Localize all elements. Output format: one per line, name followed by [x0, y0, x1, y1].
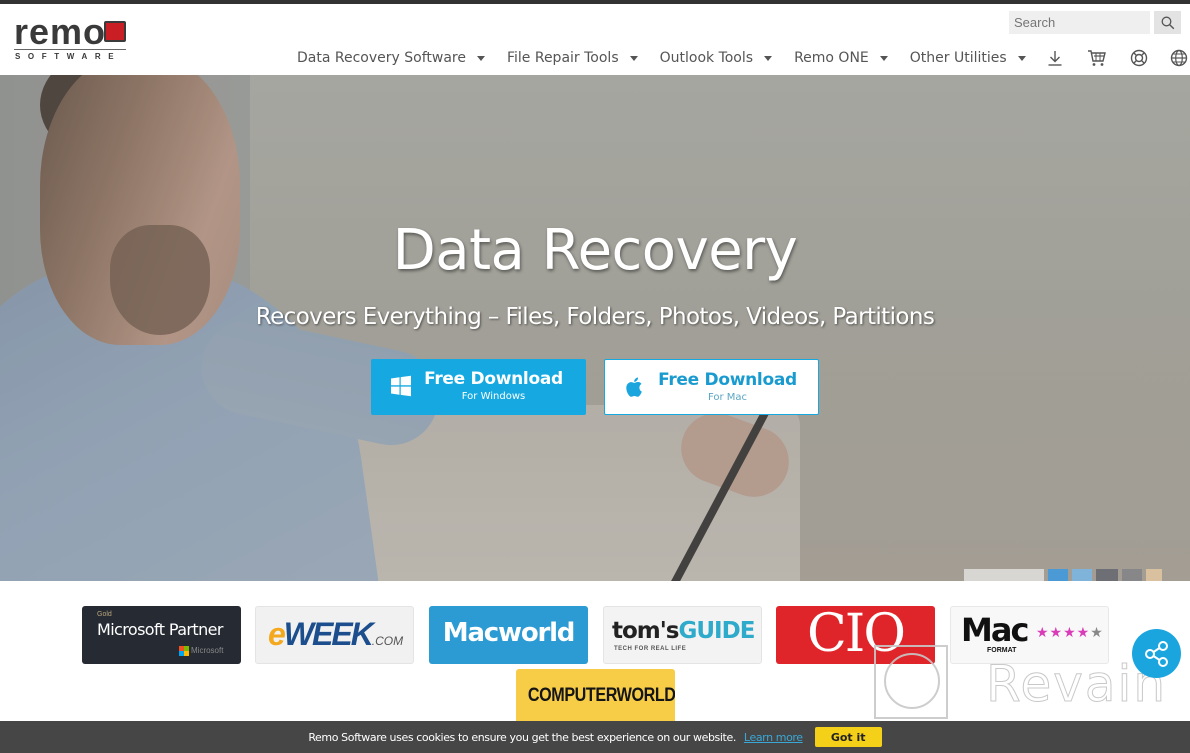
mac-format-sub: FORMAT [987, 647, 1017, 654]
logo-square [104, 21, 126, 42]
download-mac-text: Free Download For Mac [655, 369, 800, 404]
nav-other-utilities[interactable]: Other Utilities [910, 50, 1026, 66]
microsoft-brand: Microsoft [191, 646, 224, 655]
cio-wordmark: CIO [807, 606, 906, 664]
mac-format-logo[interactable]: Mac FORMAT ★★★★★ [950, 606, 1109, 664]
toms-guide-tagline: TECH FOR REAL LIFE [614, 646, 687, 652]
computerworld-wordmark: COMPUTERWORLD [527, 685, 675, 706]
chevron-down-icon [764, 55, 773, 61]
cart-link[interactable] [1086, 47, 1108, 69]
nav-file-repair-tools[interactable]: File Repair Tools [507, 50, 638, 66]
globe-icon [1170, 49, 1187, 67]
download-windows-text: Free Download For Windows [421, 368, 566, 403]
nav-label: Outlook Tools [659, 50, 754, 66]
site-header: remo SOFTWARE Data Recovery Software Fil… [0, 4, 1190, 75]
nav-label: Other Utilities [909, 50, 1007, 66]
apple-icon [626, 377, 642, 397]
microsoft-partner-logo[interactable]: Gold Microsoft Partner Microsoft [82, 606, 241, 664]
platform-label: For Mac [707, 392, 748, 403]
download-label: Free Download [424, 369, 563, 389]
download-icon [1048, 51, 1062, 66]
nav-data-recovery-software[interactable]: Data Recovery Software [297, 50, 485, 66]
microsoft-flag-icon [179, 646, 189, 656]
star-rating: ★★★★★ [1036, 625, 1104, 641]
chevron-down-icon [629, 55, 638, 61]
macworld-logo[interactable]: Macworld [429, 606, 588, 664]
download-mac-button[interactable]: Free Download For Mac [604, 359, 819, 415]
toms-guide-wordmark: tom'sGUIDE [612, 618, 756, 644]
chevron-down-icon [879, 55, 888, 61]
nav-label: Remo ONE [794, 50, 869, 66]
star-icon: ★★★★ [1036, 625, 1091, 641]
hero-banner: Data Recovery Recovers Everything – File… [0, 75, 1190, 581]
eweek-e: e [268, 616, 286, 652]
download-label: Free Download [658, 370, 797, 390]
macworld-wordmark: Macworld [442, 618, 576, 648]
search-icon [1161, 16, 1174, 29]
search-button[interactable] [1154, 11, 1181, 34]
remo-logo[interactable]: remo SOFTWARE [14, 12, 128, 64]
eweek-suffix: .COM [371, 634, 404, 648]
half-star-icon: ★ [1090, 625, 1104, 641]
download-link[interactable] [1044, 47, 1066, 69]
main-nav: Data Recovery Software File Repair Tools… [297, 44, 1190, 72]
nav-remo-one[interactable]: Remo ONE [794, 50, 888, 66]
cio-logo[interactable]: CIO [776, 606, 935, 664]
computerworld-logo[interactable]: COMPUTERWORLD [516, 669, 675, 727]
hero-subtitle: Recovers Everything – Files, Folders, Ph… [255, 304, 935, 330]
press-logos: Gold Microsoft Partner Microsoft eWEEK.C… [0, 581, 1190, 727]
toms-guide-logo[interactable]: tom'sGUIDE TECH FOR REAL LIFE [603, 606, 762, 664]
search-input[interactable] [1009, 11, 1150, 34]
nav-label: File Repair Tools [506, 50, 619, 66]
share-button[interactable] [1132, 629, 1181, 678]
badge [1072, 569, 1092, 581]
learn-more-link[interactable]: Learn more [744, 731, 803, 744]
search-box [1009, 11, 1181, 34]
share-icon [1144, 640, 1168, 667]
badge [1096, 569, 1118, 581]
download-windows-button[interactable]: Free Download For Windows [371, 359, 586, 415]
nav-label: Data Recovery Software [297, 50, 466, 66]
eweek-wordmark: eWEEK.COM [268, 616, 403, 653]
support-link[interactable] [1128, 47, 1150, 69]
support-icon [1130, 49, 1147, 67]
partner-badge-strip [964, 569, 1164, 581]
badge [964, 569, 1044, 581]
cart-icon [1087, 50, 1106, 66]
cookie-message: Remo Software uses cookies to ensure you… [308, 730, 736, 744]
got-it-button[interactable]: Got it [814, 727, 882, 747]
cookie-banner: Remo Software uses cookies to ensure you… [0, 721, 1190, 753]
language-selector[interactable] [1170, 49, 1190, 67]
eweek-logo[interactable]: eWEEK.COM [255, 606, 414, 664]
chevron-down-icon [476, 55, 485, 61]
logo-subtitle: SOFTWARE [15, 52, 122, 61]
toms-word: tom's [612, 618, 679, 644]
hero-title: Data Recovery [392, 218, 798, 283]
nav-outlook-tools[interactable]: Outlook Tools [659, 50, 773, 66]
mac-format-wordmark: Mac [961, 611, 1029, 649]
partner-name: Microsoft Partner [97, 620, 223, 639]
guide-word: GUIDE [678, 618, 756, 644]
chevron-down-icon [1017, 55, 1026, 61]
eweek-word: WEEK [283, 616, 374, 652]
badge [1048, 569, 1068, 581]
partner-tier: Gold [97, 611, 112, 618]
logo-word: remo [14, 11, 107, 52]
windows-icon [391, 375, 411, 397]
badge [1122, 569, 1142, 581]
logo-divider [14, 49, 126, 50]
badge [1146, 569, 1162, 581]
platform-label: For Windows [461, 391, 526, 402]
